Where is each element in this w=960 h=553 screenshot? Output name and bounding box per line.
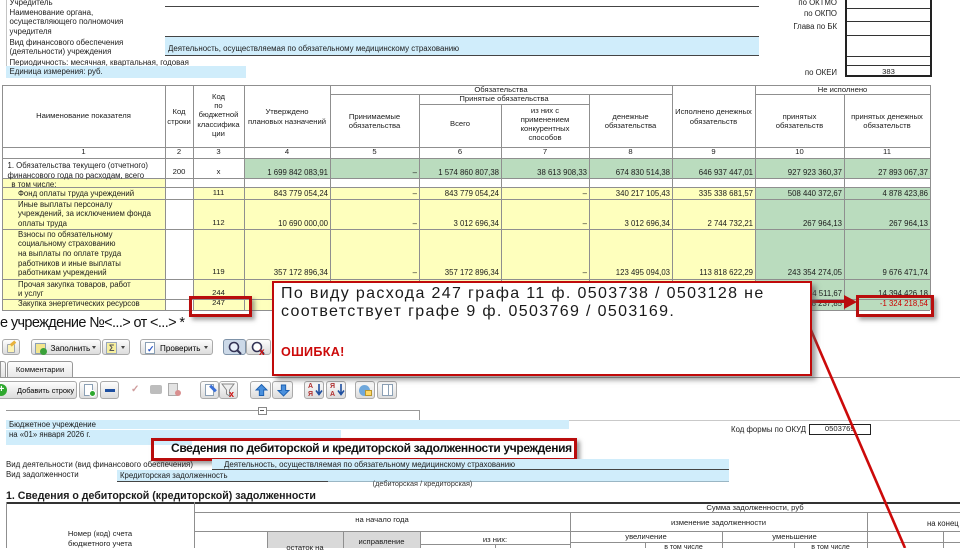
svg-text:x: x [229,389,234,398]
svg-text:x: x [259,347,265,356]
